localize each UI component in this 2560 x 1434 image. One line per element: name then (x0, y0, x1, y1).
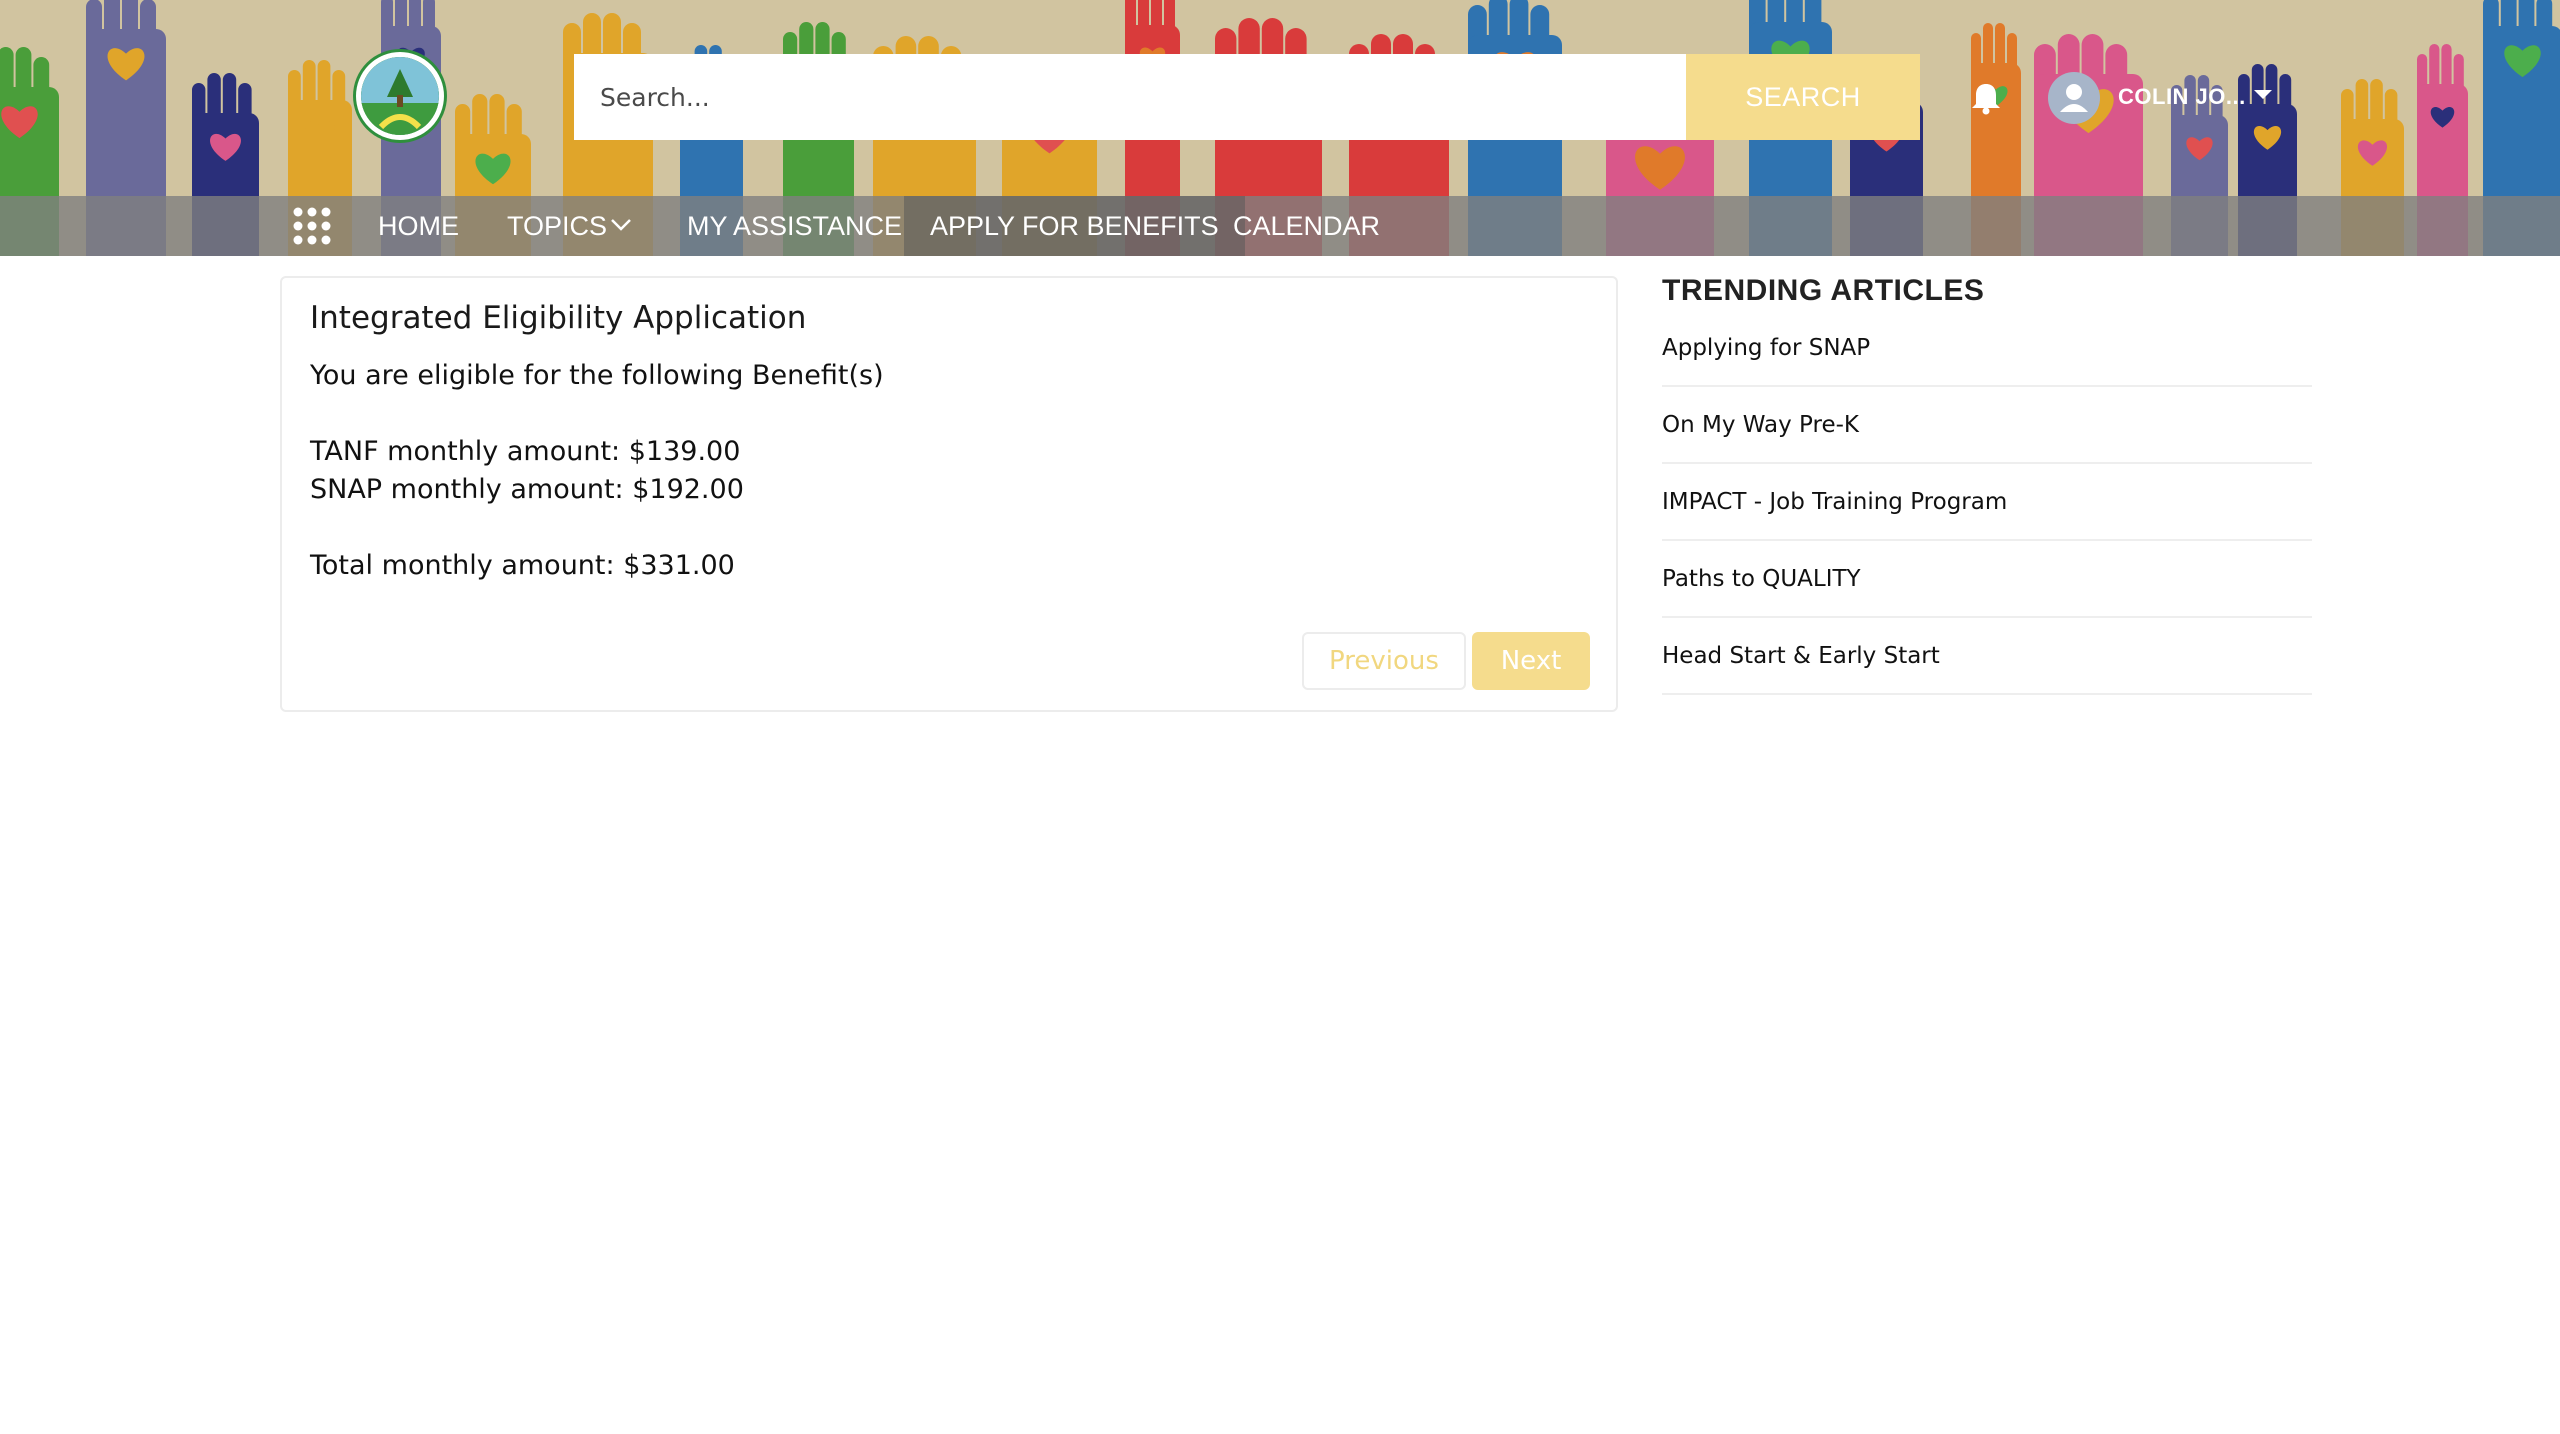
user-name[interactable]: COLIN JO... (2118, 84, 2246, 110)
nav-topics[interactable]: TOPICS (507, 196, 607, 256)
user-avatar[interactable] (2048, 72, 2100, 124)
bell-icon[interactable] (1968, 80, 2004, 116)
list-item[interactable]: Paths to QUALITY (1662, 541, 2312, 618)
list-item[interactable]: On My Way Pre-K (1662, 387, 2312, 464)
snap-amount: SNAP monthly amount: $192.00 (310, 474, 744, 505)
app-launcher-icon[interactable] (290, 206, 334, 246)
chevron-down-icon[interactable] (2254, 90, 2272, 99)
previous-button[interactable]: Previous (1302, 632, 1466, 690)
nav-home[interactable]: HOME (378, 196, 459, 256)
nav-my-assistance[interactable]: MY ASSISTANCE (687, 196, 902, 256)
eligibility-card: Integrated Eligibility Application You a… (280, 276, 1618, 712)
tree-logo-icon (361, 57, 439, 135)
list-item[interactable]: Applying for SNAP (1662, 310, 2312, 387)
agency-logo[interactable] (356, 52, 444, 140)
eligibility-intro: You are eligible for the following Benef… (310, 360, 884, 391)
search-button[interactable]: SEARCH (1686, 54, 1920, 140)
user-avatar-icon (2060, 84, 2088, 112)
tanf-amount: TANF monthly amount: $139.00 (310, 436, 741, 467)
list-item[interactable]: IMPACT - Job Training Program (1662, 464, 2312, 541)
trending-articles-list: Applying for SNAP On My Way Pre-K IMPACT… (1662, 310, 2312, 695)
nav-calendar[interactable]: CALENDAR (1233, 196, 1380, 256)
search-input[interactable] (574, 54, 1686, 140)
trending-articles-title: TRENDING ARTICLES (1662, 274, 1985, 307)
list-item[interactable]: Head Start & Early Start (1662, 618, 2312, 695)
next-button[interactable]: Next (1472, 632, 1590, 690)
nav-apply-for-benefits[interactable]: APPLY FOR BENEFITS (904, 196, 1245, 256)
card-title: Integrated Eligibility Application (310, 300, 807, 336)
total-amount: Total monthly amount: $331.00 (310, 550, 735, 581)
chevron-down-icon[interactable] (610, 218, 632, 232)
